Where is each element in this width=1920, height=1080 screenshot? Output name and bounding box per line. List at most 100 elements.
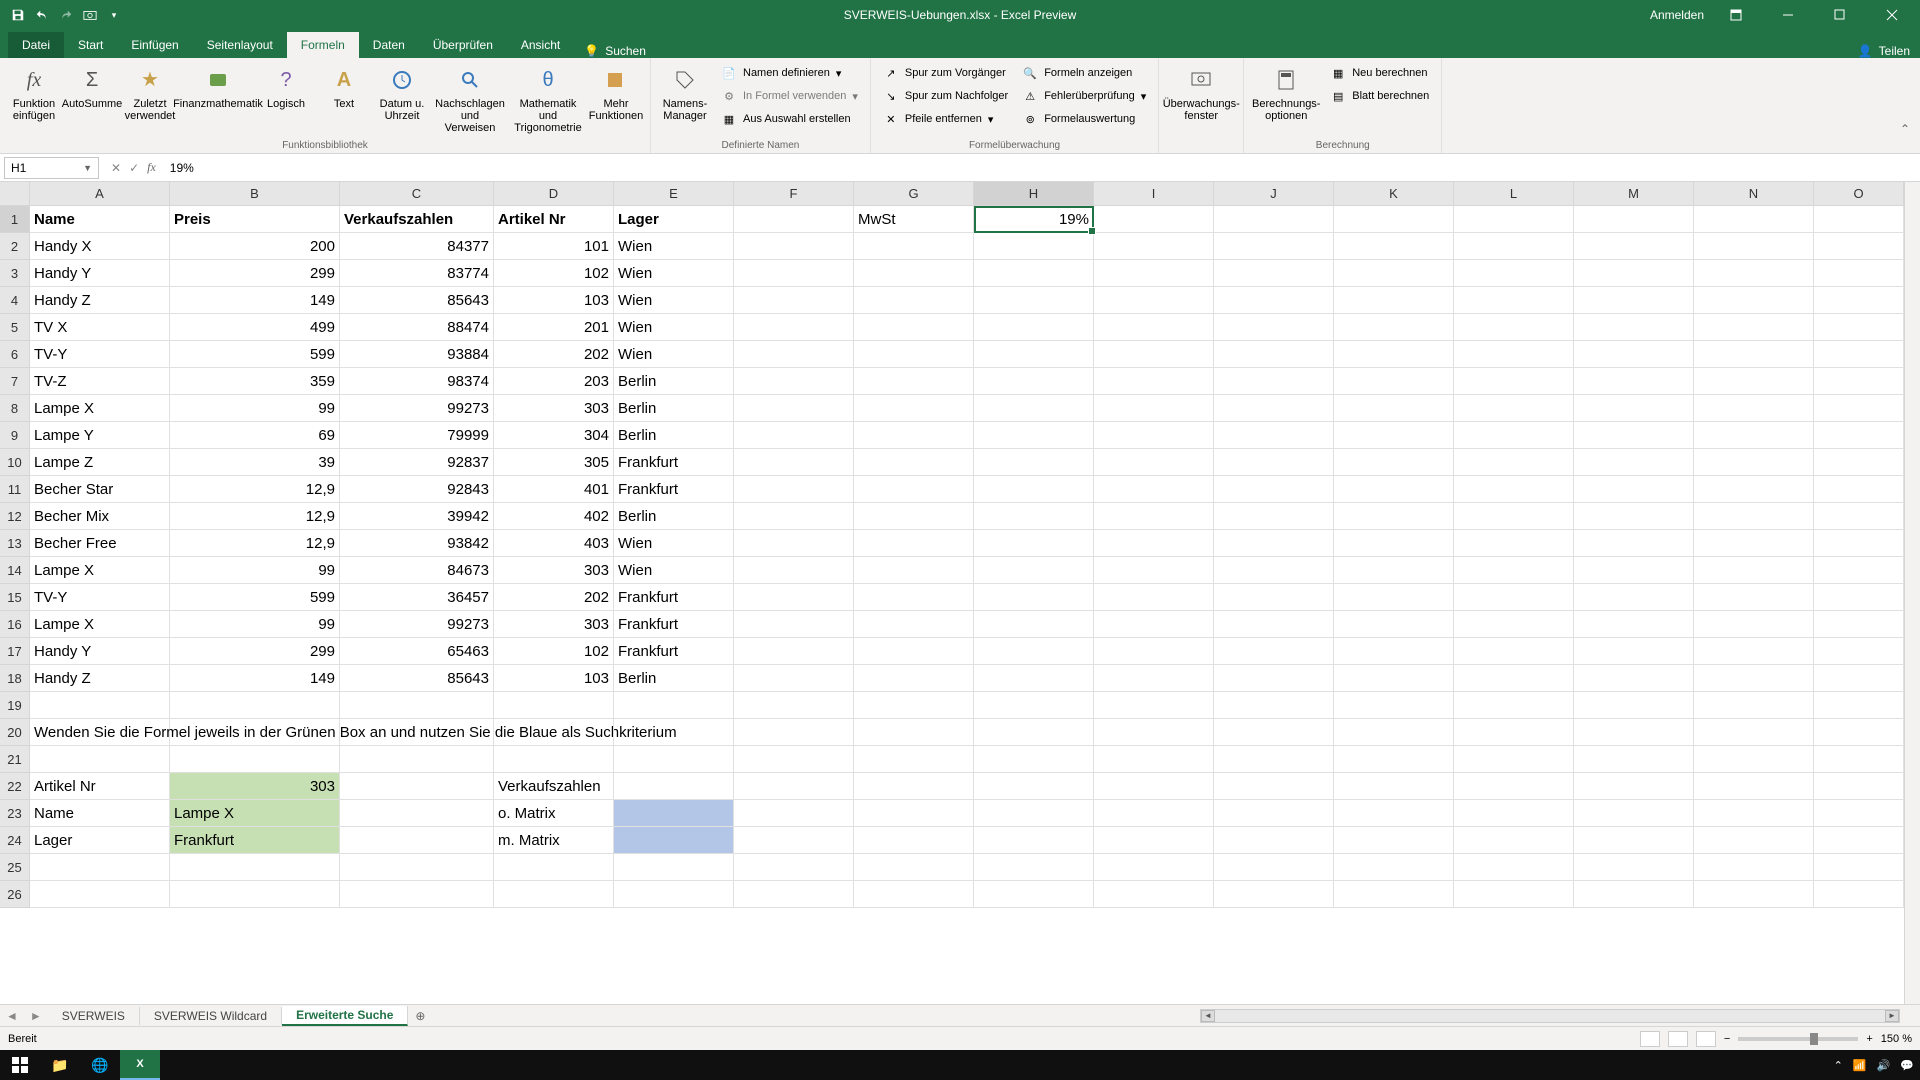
cell-K20[interactable] [1334, 719, 1454, 746]
col-header-B[interactable]: B [170, 182, 340, 206]
cell-A17[interactable]: Handy Y [30, 638, 170, 665]
cell-E15[interactable]: Frankfurt [614, 584, 734, 611]
autosum-button[interactable]: ΣAutoSumme [64, 62, 120, 112]
sheet-tab-wildcard[interactable]: SVERWEIS Wildcard [140, 1007, 282, 1025]
create-from-selection-button[interactable]: ▦Aus Auswahl erstellen [715, 108, 864, 130]
cell-K21[interactable] [1334, 746, 1454, 773]
cell-C8[interactable]: 99273 [340, 395, 494, 422]
cell-E3[interactable]: Wien [614, 260, 734, 287]
cell-N17[interactable] [1694, 638, 1814, 665]
cell-H24[interactable] [974, 827, 1094, 854]
cell-A12[interactable]: Becher Mix [30, 503, 170, 530]
cell-D5[interactable]: 201 [494, 314, 614, 341]
cell-H11[interactable] [974, 476, 1094, 503]
cell-G24[interactable] [854, 827, 974, 854]
cell-I4[interactable] [1094, 287, 1214, 314]
cell-M2[interactable] [1574, 233, 1694, 260]
cell-N16[interactable] [1694, 611, 1814, 638]
cell-C2[interactable]: 84377 [340, 233, 494, 260]
calculate-now-button[interactable]: ▦Neu berechnen [1324, 62, 1435, 84]
cell-F15[interactable] [734, 584, 854, 611]
cell-L25[interactable] [1454, 854, 1574, 881]
cell-H6[interactable] [974, 341, 1094, 368]
cell-E13[interactable]: Wien [614, 530, 734, 557]
cell-O24[interactable] [1814, 827, 1904, 854]
cell-B2[interactable]: 200 [170, 233, 340, 260]
cell-G17[interactable] [854, 638, 974, 665]
cell-K6[interactable] [1334, 341, 1454, 368]
row-header-12[interactable]: 12 [0, 503, 30, 530]
tray-notifications-icon[interactable]: 💬 [1900, 1059, 1914, 1072]
zoom-in-button[interactable]: + [1866, 1033, 1872, 1045]
row-header-25[interactable]: 25 [0, 854, 30, 881]
enter-formula-icon[interactable]: ✓ [129, 161, 139, 175]
cell-M5[interactable] [1574, 314, 1694, 341]
cell-A7[interactable]: TV-Z [30, 368, 170, 395]
undo-icon[interactable] [34, 7, 50, 23]
cell-J20[interactable] [1214, 719, 1334, 746]
cell-O25[interactable] [1814, 854, 1904, 881]
row-header-16[interactable]: 16 [0, 611, 30, 638]
calc-options-button[interactable]: Berechnungs-optionen [1250, 62, 1322, 124]
cell-L9[interactable] [1454, 422, 1574, 449]
view-normal-button[interactable] [1640, 1031, 1660, 1047]
cell-I19[interactable] [1094, 692, 1214, 719]
row-header-18[interactable]: 18 [0, 665, 30, 692]
cell-D23[interactable]: o. Matrix [494, 800, 614, 827]
cell-D4[interactable]: 103 [494, 287, 614, 314]
cell-N18[interactable] [1694, 665, 1814, 692]
lookup-button[interactable]: Nachschlagen und Verweisen [432, 62, 508, 136]
cell-I5[interactable] [1094, 314, 1214, 341]
cell-F11[interactable] [734, 476, 854, 503]
cell-H13[interactable] [974, 530, 1094, 557]
cell-M25[interactable] [1574, 854, 1694, 881]
cell-N4[interactable] [1694, 287, 1814, 314]
cell-E22[interactable] [614, 773, 734, 800]
cell-B23[interactable]: Lampe X [170, 800, 340, 827]
cell-C16[interactable]: 99273 [340, 611, 494, 638]
trace-precedents-button[interactable]: ↗Spur zum Vorgänger [877, 62, 1014, 84]
use-in-formula-button[interactable]: ⚙In Formel verwenden ▾ [715, 85, 864, 107]
cell-D25[interactable] [494, 854, 614, 881]
cell-M17[interactable] [1574, 638, 1694, 665]
cell-L3[interactable] [1454, 260, 1574, 287]
cell-E4[interactable]: Wien [614, 287, 734, 314]
cell-B16[interactable]: 99 [170, 611, 340, 638]
cell-D11[interactable]: 401 [494, 476, 614, 503]
cell-K18[interactable] [1334, 665, 1454, 692]
cell-L8[interactable] [1454, 395, 1574, 422]
cell-M7[interactable] [1574, 368, 1694, 395]
cell-F26[interactable] [734, 881, 854, 908]
cell-I12[interactable] [1094, 503, 1214, 530]
cell-N15[interactable] [1694, 584, 1814, 611]
cell-H17[interactable] [974, 638, 1094, 665]
cell-I21[interactable] [1094, 746, 1214, 773]
cell-O15[interactable] [1814, 584, 1904, 611]
cell-E12[interactable]: Berlin [614, 503, 734, 530]
define-name-button[interactable]: 📄Namen definieren ▾ [715, 62, 864, 84]
cell-F22[interactable] [734, 773, 854, 800]
cell-B20[interactable] [170, 719, 340, 746]
remove-arrows-button[interactable]: ✕Pfeile entfernen ▾ [877, 108, 1014, 130]
cell-J26[interactable] [1214, 881, 1334, 908]
row-header-4[interactable]: 4 [0, 287, 30, 314]
cell-K7[interactable] [1334, 368, 1454, 395]
cell-C14[interactable]: 84673 [340, 557, 494, 584]
cell-I8[interactable] [1094, 395, 1214, 422]
save-icon[interactable] [10, 7, 26, 23]
error-checking-button[interactable]: ⚠Fehlerüberprüfung ▾ [1016, 85, 1152, 107]
cell-M9[interactable] [1574, 422, 1694, 449]
col-header-A[interactable]: A [30, 182, 170, 206]
select-all-corner[interactable] [0, 182, 30, 206]
qat-customize-icon[interactable]: ▾ [106, 7, 122, 23]
cell-G13[interactable] [854, 530, 974, 557]
horizontal-scrollbar[interactable]: ◄► [1200, 1009, 1900, 1023]
cell-F9[interactable] [734, 422, 854, 449]
row-header-5[interactable]: 5 [0, 314, 30, 341]
cell-L20[interactable] [1454, 719, 1574, 746]
cell-B18[interactable]: 149 [170, 665, 340, 692]
cell-K15[interactable] [1334, 584, 1454, 611]
cell-G18[interactable] [854, 665, 974, 692]
cell-D12[interactable]: 402 [494, 503, 614, 530]
watch-window-button[interactable]: Überwachungs-fenster [1165, 62, 1237, 124]
